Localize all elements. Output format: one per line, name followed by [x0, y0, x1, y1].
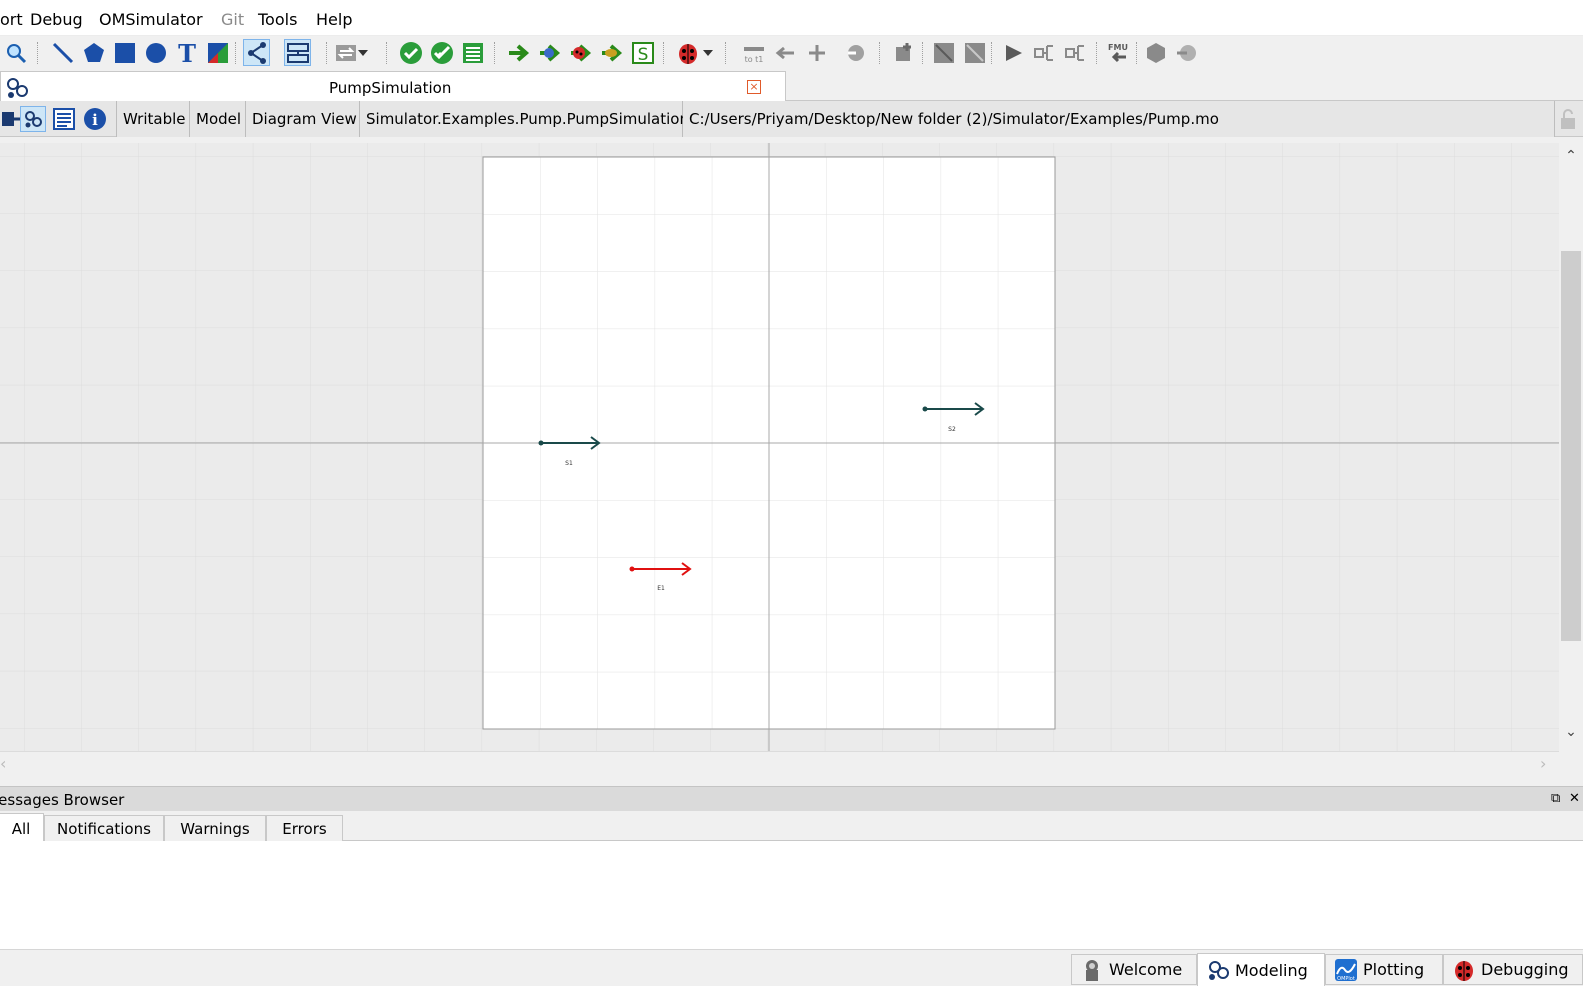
component-label: S2: [948, 426, 956, 433]
float-icon[interactable]: ⧉: [1551, 791, 1560, 806]
messages-browser-title: lessages Browser: [0, 791, 125, 809]
menu-help[interactable]: Help: [316, 10, 352, 29]
chevron-down-icon[interactable]: [356, 39, 370, 66]
class-restriction: Model: [190, 101, 246, 137]
text-icon[interactable]: T: [173, 39, 200, 66]
writable-status: Writable: [116, 101, 190, 137]
text-view-icon[interactable]: [51, 106, 77, 132]
add-tlm-bus-icon[interactable]: [803, 39, 830, 66]
close-icon[interactable]: ×: [747, 80, 761, 94]
simulate-with-algorithmic-debugger-icon[interactable]: [567, 39, 594, 66]
close-icon[interactable]: ✕: [1569, 791, 1580, 806]
tab-all[interactable]: All: [0, 813, 44, 843]
svg-text:S: S: [637, 45, 648, 65]
add-fmu-icon[interactable]: [1142, 39, 1169, 66]
messages-tab-bar: All Notifications Warnings Errors: [0, 811, 1583, 843]
check-model-icon[interactable]: [397, 39, 424, 66]
perspective-label: Modeling: [1235, 960, 1308, 980]
svg-text:to t1: to t1: [744, 55, 763, 64]
perspective-bar: Welcome Modeling OMPlot Plotting Debuggi…: [0, 949, 1583, 986]
perspective-debugging[interactable]: Debugging: [1443, 954, 1583, 985]
diagram-canvas[interactable]: S1 S2 E1: [0, 143, 1559, 751]
oms-add-component-icon[interactable]: [1062, 39, 1089, 66]
perspective-welcome[interactable]: Welcome: [1071, 954, 1197, 985]
simulate-with-animation-icon[interactable]: [598, 39, 625, 66]
transition-mode-icon[interactable]: [284, 39, 311, 66]
model-class-name: Simulator.Examples.Pump.PumpSimulation: [360, 101, 689, 137]
fetch-interface-data-icon[interactable]: [930, 39, 957, 66]
sensitivity-icon[interactable]: S: [629, 39, 656, 66]
document-tab-bar: PumpSimulation ×: [0, 69, 1583, 102]
view-type: Diagram View: [246, 101, 360, 137]
ellipse-icon[interactable]: [142, 39, 169, 66]
menu-tools[interactable]: Tools: [258, 10, 297, 29]
plotting-icon: OMPlot: [1335, 958, 1357, 982]
scroll-down-icon[interactable]: ⌄: [1564, 725, 1578, 739]
chevron-down-icon[interactable]: [701, 39, 715, 66]
vertical-scrollbar[interactable]: ⌃ ⌄: [1559, 143, 1583, 751]
component-label: S1: [565, 460, 573, 467]
tlm-coSimulation-icon[interactable]: [961, 39, 988, 66]
simulate-icon[interactable]: [505, 39, 532, 66]
fmu-import-icon[interactable]: FMU: [1104, 39, 1131, 66]
scroll-left-icon[interactable]: ‹: [0, 754, 6, 773]
add-port-icon[interactable]: [1173, 39, 1200, 66]
connect-mode-icon[interactable]: [243, 39, 270, 66]
modeling-icon: [1209, 961, 1229, 980]
svg-text:OMPlot: OMPlot: [1337, 976, 1355, 982]
scroll-right-icon[interactable]: ›: [1540, 754, 1546, 773]
documentation-view-icon[interactable]: i: [82, 106, 108, 132]
svg-text:FMU: FMU: [1108, 43, 1128, 52]
polygon-icon[interactable]: [80, 39, 107, 66]
swap-icon[interactable]: [332, 39, 359, 66]
oms-add-system-icon[interactable]: [1031, 39, 1058, 66]
svg-text:i: i: [92, 111, 98, 129]
scroll-up-icon[interactable]: ⌃: [1564, 149, 1578, 163]
tab-warnings[interactable]: Warnings: [164, 815, 266, 842]
document-tab[interactable]: PumpSimulation ×: [0, 71, 786, 102]
perspective-plotting[interactable]: OMPlot Plotting: [1325, 954, 1443, 985]
align-interfaces-icon[interactable]: to t1: [740, 39, 767, 66]
zoom-icon[interactable]: [2, 39, 29, 66]
debug-configurations-icon[interactable]: [674, 39, 701, 66]
perspective-label: Plotting: [1363, 960, 1425, 979]
messages-browser-header: lessages Browser ⧉ ✕: [0, 786, 1583, 811]
icon-view-icon[interactable]: [0, 106, 22, 132]
bitmap-icon[interactable]: [204, 39, 231, 66]
messages-list[interactable]: [0, 841, 1583, 949]
add-submodel-icon[interactable]: [890, 39, 917, 66]
tab-notifications[interactable]: Notifications: [44, 815, 164, 842]
horizontal-scrollbar[interactable]: ‹ ›: [0, 751, 1559, 775]
simulate-with-transformational-debugger-icon[interactable]: [536, 39, 563, 66]
rectangle-icon[interactable]: [111, 39, 138, 66]
welcome-icon: [1086, 959, 1098, 981]
menu-export[interactable]: ort: [0, 10, 23, 29]
model-info-bar: i Writable Model Diagram View Simulator.…: [0, 101, 1583, 137]
menu-debug[interactable]: Debug: [30, 10, 83, 29]
model-file-path: C:/Users/Priyam/Desktop/New folder (2)/S…: [683, 101, 1555, 137]
component-label: E1: [657, 585, 665, 592]
add-bus-icon[interactable]: [772, 39, 799, 66]
document-tab-title: PumpSimulation: [329, 79, 452, 97]
oms-simulate-icon[interactable]: [1000, 39, 1027, 66]
menu-omsimulator[interactable]: OMSimulator: [99, 10, 203, 29]
tab-errors[interactable]: Errors: [266, 815, 343, 842]
check-all-models-icon[interactable]: [428, 39, 455, 66]
toolbar: T S to t1 FMU: [0, 36, 1583, 69]
lock-icon[interactable]: [1556, 107, 1580, 135]
menu-git[interactable]: Git: [221, 10, 244, 29]
perspective-label: Debugging: [1481, 960, 1569, 979]
vertical-scroll-thumb[interactable]: [1561, 251, 1581, 641]
instantiate-model-icon[interactable]: [459, 39, 486, 66]
perspective-modeling[interactable]: Modeling: [1197, 953, 1325, 986]
perspective-label: Welcome: [1109, 960, 1183, 979]
line-icon[interactable]: [49, 39, 76, 66]
svg-text:T: T: [178, 41, 196, 65]
diagram-view-icon[interactable]: [20, 106, 46, 132]
menu-bar: ort Debug OMSimulator Git Tools Help: [0, 0, 1583, 36]
debugging-icon: [1455, 960, 1473, 981]
add-connector-icon[interactable]: [842, 39, 869, 66]
